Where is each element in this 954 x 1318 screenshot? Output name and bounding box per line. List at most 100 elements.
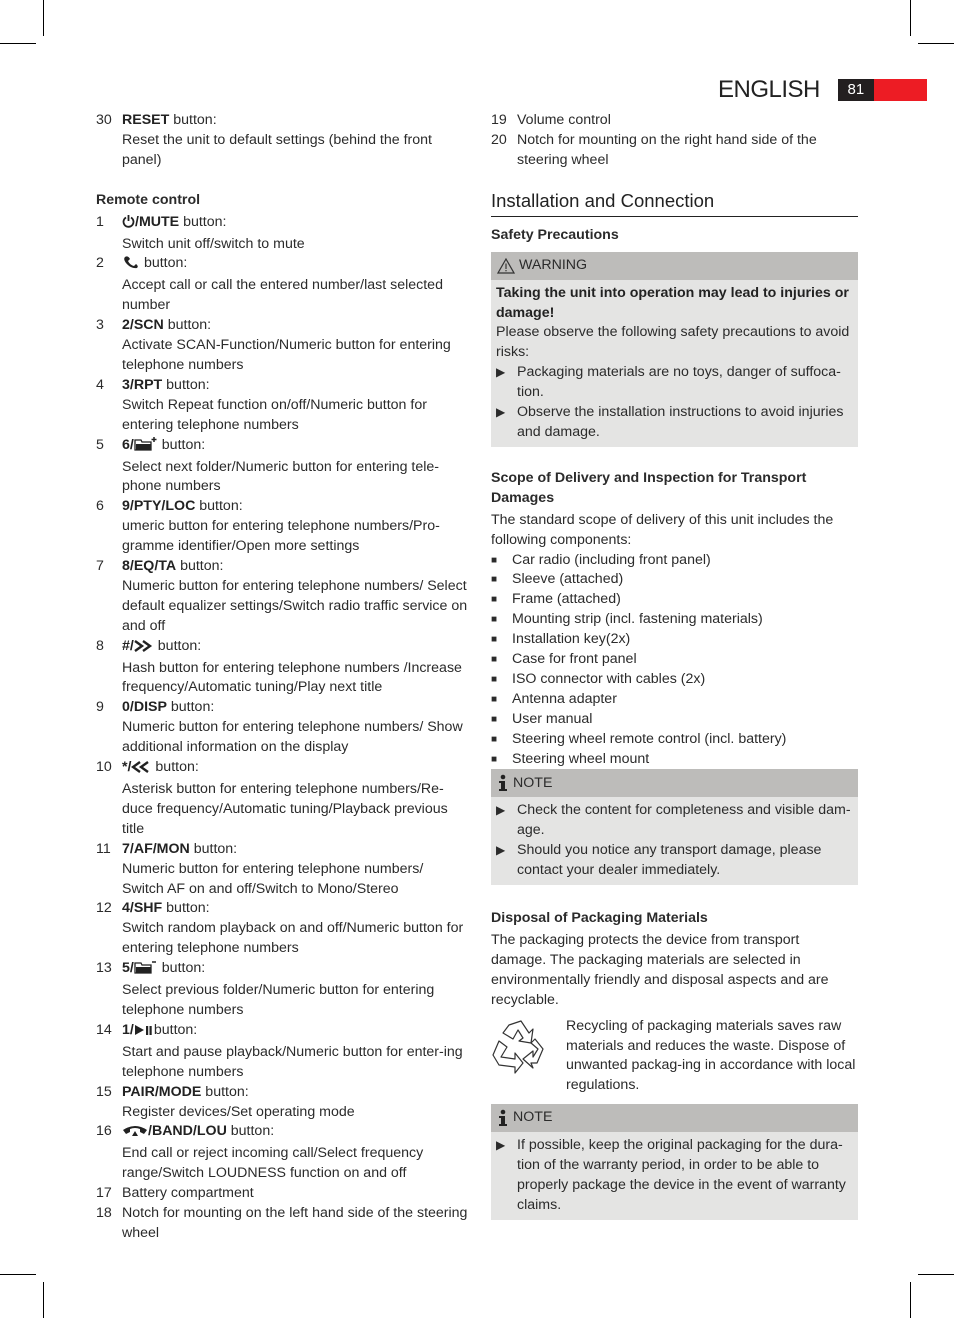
crop-mark bbox=[918, 43, 954, 44]
scope-item: ■ Car radio (including front panel) bbox=[491, 551, 858, 571]
item-suffix: button: bbox=[169, 112, 217, 128]
button-label: #/ bbox=[122, 637, 134, 654]
item-number: 14 bbox=[96, 1021, 112, 1038]
list-item: 18 Notch for mounting on the left hand si… bbox=[96, 1204, 468, 1244]
scope-item-text: Car radio (including front panel) bbox=[512, 551, 711, 568]
list-item: 2 button: Accept call or call the entered… bbox=[96, 254, 468, 316]
bullet-text: Should you notice any transport damage, … bbox=[517, 842, 822, 879]
button-label: 8/EQ/TA bbox=[122, 558, 177, 575]
list-item: 10 */ button: Asterisk button for entering… bbox=[96, 758, 468, 840]
recycling-text: Recycling of packaging materials saves r… bbox=[566, 1017, 856, 1094]
bullet-text: Check the content for completeness and v… bbox=[517, 802, 851, 839]
scope-item-text: Steering wheel mount bbox=[512, 750, 650, 767]
item-suffix: button: bbox=[189, 840, 238, 857]
scope-item: ■ Frame (attached) bbox=[491, 590, 858, 610]
square-bullet-icon: ■ bbox=[491, 673, 498, 685]
button-label: PAIR/MODE bbox=[122, 1083, 202, 1100]
square-bullet-icon: ■ bbox=[491, 693, 498, 705]
square-bullet-icon: ■ bbox=[491, 574, 498, 586]
scope-item-text: Case for front panel bbox=[512, 651, 637, 668]
list-item: 19 Volume control bbox=[491, 111, 858, 131]
phone-hangup-icon bbox=[122, 1123, 148, 1144]
item-suffix: button: bbox=[163, 317, 212, 334]
square-bullet-icon: ■ bbox=[491, 654, 498, 666]
item-description: Hash button for entering telephone numbe… bbox=[122, 659, 462, 696]
crop-mark bbox=[43, 0, 44, 36]
square-bullet-icon: ■ bbox=[491, 713, 498, 725]
item-number: 16 bbox=[96, 1123, 112, 1140]
play-pause-icon bbox=[134, 1023, 154, 1043]
left-column: 30 RESET button: Reset the unit to defau… bbox=[96, 111, 468, 1244]
info-icon bbox=[499, 1109, 507, 1127]
list-item: 15 PAIR/MODE button: Register devices/Set … bbox=[96, 1083, 468, 1123]
item-description: umeric button for entering telephone num… bbox=[122, 518, 440, 555]
button-label: 6/ bbox=[122, 436, 134, 453]
scope-item: ■ Mounting strip (incl. fastening materia… bbox=[491, 610, 858, 630]
scope-item: ■ Installation key(2x) bbox=[491, 630, 858, 650]
remote-control-list: 1/MUTE button: Switch unit off/switch to … bbox=[96, 213, 468, 1244]
item-number: 15 bbox=[96, 1083, 112, 1100]
scope-item: ■ Steering wheel remote control (incl. ba… bbox=[491, 730, 858, 750]
item-description: Select previous folder/Numeric button fo… bbox=[122, 982, 435, 1018]
item-description: Start and pause playback/Numeric button … bbox=[122, 1043, 463, 1080]
crop-mark bbox=[910, 0, 911, 36]
scope-item: ■ Case for front panel bbox=[491, 650, 858, 670]
item-description: Numeric button for entering telephone nu… bbox=[122, 577, 468, 634]
scope-item-text: ISO connector with cables (2x) bbox=[512, 670, 706, 687]
accent-bar bbox=[873, 79, 927, 101]
list-item: 17 Battery compartment bbox=[96, 1184, 468, 1204]
list-item: 16/BAND/LOU button: End call or reject in… bbox=[96, 1122, 468, 1184]
item-number: 17 bbox=[96, 1185, 112, 1202]
scope-item-text: Installation key(2x) bbox=[512, 631, 631, 648]
item-number: 13 bbox=[96, 960, 112, 977]
warning-title: WARNING bbox=[519, 256, 588, 273]
item-number: 18 bbox=[96, 1205, 112, 1222]
item-number: 11 bbox=[96, 840, 111, 857]
square-bullet-icon: ■ bbox=[491, 554, 498, 566]
crop-mark bbox=[43, 1282, 44, 1318]
square-bullet-icon: ■ bbox=[491, 614, 498, 626]
list-item: 4 3/RPT button: Switch Repeat function on/… bbox=[96, 376, 468, 436]
crop-mark bbox=[0, 1274, 36, 1275]
list-item: 1/MUTE button: Switch unit off/switch to … bbox=[96, 213, 468, 255]
button-label: 3/RPT bbox=[122, 376, 163, 393]
crop-mark bbox=[910, 1282, 911, 1318]
item-number: 4 bbox=[96, 376, 104, 393]
item-number: 6 bbox=[96, 498, 104, 515]
item-suffix: button: bbox=[162, 376, 210, 393]
item-description: Reset the unit to default settings (behi… bbox=[122, 131, 432, 168]
disposal-heading: Disposal of Packaging Materials bbox=[491, 910, 708, 927]
crop-mark bbox=[0, 43, 36, 44]
item-description: Switch unit off/switch to mute bbox=[122, 235, 305, 252]
list-item: 11 7/AF/MON button: Numeric button for ent… bbox=[96, 840, 468, 900]
bullet-text: Packaging materials are no toys, danger … bbox=[517, 364, 841, 401]
item-suffix: button: bbox=[166, 699, 215, 716]
scope-list: ■ Car radio (including front panel) ■ Sleev… bbox=[491, 551, 858, 770]
item-number: 12 bbox=[96, 900, 112, 917]
button-label: /MUTE bbox=[135, 213, 180, 230]
warning-bullet: ▶ Packaging materials are no toys, danger… bbox=[496, 363, 852, 403]
item-number: 19 bbox=[491, 112, 507, 128]
item-description: Volume control bbox=[517, 112, 611, 128]
item-suffix: button: bbox=[157, 436, 206, 453]
previous-icon bbox=[131, 760, 151, 780]
note-bullet: ▶ Check the content for completeness and … bbox=[496, 801, 852, 841]
bullet-text: Observe the installation instructions to… bbox=[517, 404, 844, 440]
item-suffix: button: bbox=[201, 1083, 249, 1100]
phone-accept-icon bbox=[122, 255, 140, 276]
item-suffix: button: bbox=[151, 759, 199, 776]
list-item: 6 9/PTY/LOC button: umeric button for ente… bbox=[96, 497, 468, 557]
list-item: 9 0/DISP button: Numeric button for enteri… bbox=[96, 698, 468, 758]
list-item: 3 2/SCN button: Activate SCAN-Function/Num… bbox=[96, 316, 468, 376]
list-item: 20 Notch for mounting on the right hand … bbox=[491, 131, 858, 171]
square-bullet-icon: ■ bbox=[491, 753, 498, 765]
scope-item: ■ Sleeve (attached) bbox=[491, 570, 858, 590]
item-number: 10 bbox=[96, 759, 112, 776]
item-number: 2 bbox=[96, 255, 104, 272]
bullet-text: If possible, keep the original packaging… bbox=[517, 1137, 846, 1213]
warning-bullet: ▶ Observe the installation instructions t… bbox=[496, 403, 852, 443]
section-heading: Remote control bbox=[96, 191, 201, 208]
warning-bold-text: Taking the unit into operation may lead … bbox=[496, 284, 849, 321]
warning-icon bbox=[497, 257, 515, 274]
language-label: ENGLISH bbox=[718, 76, 820, 103]
